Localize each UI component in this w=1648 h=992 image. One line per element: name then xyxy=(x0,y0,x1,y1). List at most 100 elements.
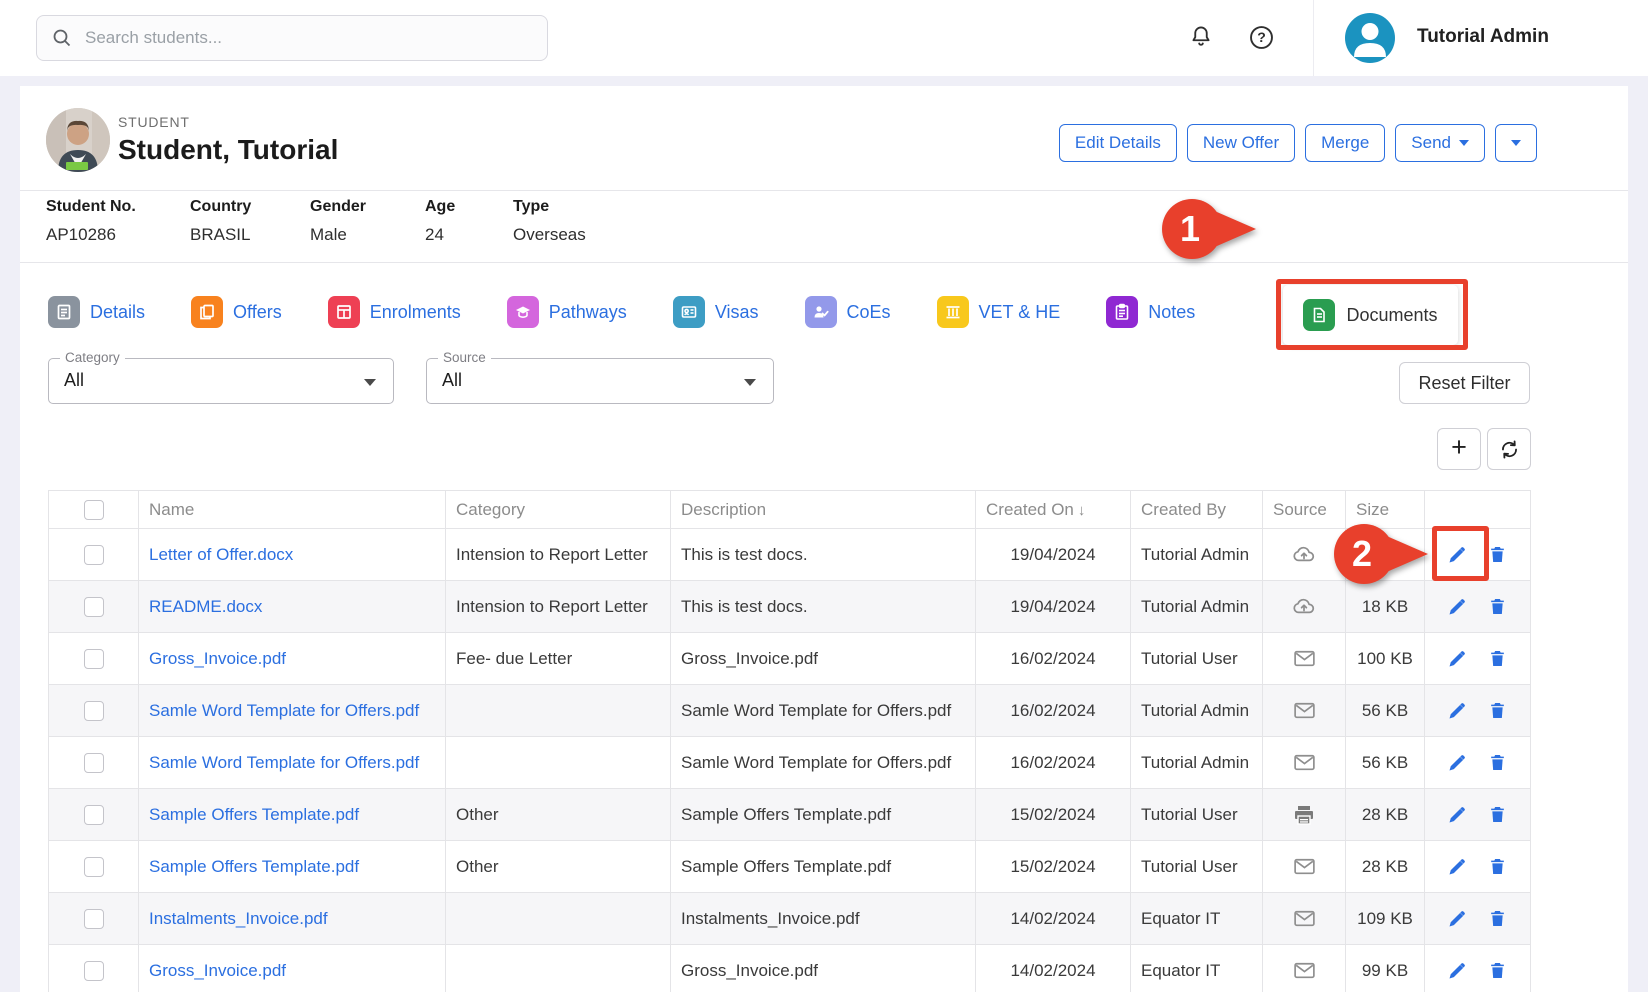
header-created-by[interactable]: Created By xyxy=(1131,491,1263,529)
row-checkbox[interactable] xyxy=(84,701,104,721)
cloud-upload-icon xyxy=(1291,594,1317,620)
created-by-cell: Tutorial User xyxy=(1131,789,1263,841)
row-checkbox[interactable] xyxy=(84,857,104,877)
delete-icon[interactable] xyxy=(1486,751,1510,775)
header-category[interactable]: Category xyxy=(446,491,671,529)
header-created-on[interactable]: Created On↓ xyxy=(976,491,1131,529)
row-checkbox[interactable] xyxy=(84,545,104,565)
table-row: Letter of Offer.docx Intension to Report… xyxy=(49,529,1531,581)
delete-icon[interactable] xyxy=(1486,647,1510,671)
select-all-checkbox[interactable] xyxy=(84,500,104,520)
tab-pathways[interactable]: Pathways xyxy=(507,296,627,328)
edit-details-button[interactable]: Edit Details xyxy=(1059,124,1177,162)
category-select[interactable]: Category All xyxy=(48,358,394,404)
notifications-bell-icon[interactable] xyxy=(1186,22,1216,52)
row-checkbox[interactable] xyxy=(84,753,104,773)
edit-icon[interactable] xyxy=(1445,803,1469,827)
documents-icon xyxy=(1303,299,1335,331)
document-link[interactable]: Gross_Invoice.pdf xyxy=(149,649,286,668)
chevron-down-icon xyxy=(1459,140,1469,146)
delete-icon[interactable] xyxy=(1486,959,1510,983)
more-actions-button[interactable] xyxy=(1495,124,1537,162)
search-input[interactable]: Search students... xyxy=(36,15,548,61)
delete-icon[interactable] xyxy=(1486,699,1510,723)
edit-icon[interactable] xyxy=(1445,855,1469,879)
user-avatar[interactable] xyxy=(1345,13,1395,63)
row-checkbox[interactable] xyxy=(84,909,104,929)
header-size[interactable]: Size xyxy=(1346,491,1425,529)
table-header-row: Name Category Description Created On↓ Cr… xyxy=(49,491,1531,529)
details-icon xyxy=(48,296,80,328)
tab-coes[interactable]: CoEs xyxy=(805,296,891,328)
offers-icon xyxy=(191,296,223,328)
add-document-button[interactable]: + xyxy=(1437,428,1481,470)
table-row: Samle Word Template for Offers.pdf Samle… xyxy=(49,737,1531,789)
row-checkbox[interactable] xyxy=(84,597,104,617)
cloud-upload-icon xyxy=(1291,542,1317,568)
edit-icon[interactable] xyxy=(1445,543,1469,567)
tab-documents[interactable]: Documents xyxy=(1283,285,1458,345)
delete-icon[interactable] xyxy=(1486,595,1510,619)
refresh-button[interactable] xyxy=(1487,428,1531,470)
source-select[interactable]: Source All xyxy=(426,358,774,404)
tab-notes[interactable]: Notes xyxy=(1106,296,1195,328)
edit-icon[interactable] xyxy=(1445,959,1469,983)
info-student-no: Student No.AP10286 xyxy=(46,198,136,245)
table-row: Sample Offers Template.pdf Other Sample … xyxy=(49,789,1531,841)
description-cell: Gross_Invoice.pdf xyxy=(671,945,976,992)
description-cell: This is test docs. xyxy=(671,529,976,581)
header-name[interactable]: Name xyxy=(139,491,446,529)
size-cell: 56 KB xyxy=(1346,685,1425,737)
row-checkbox[interactable] xyxy=(84,805,104,825)
divider xyxy=(20,190,1628,191)
document-link[interactable]: Instalments_Invoice.pdf xyxy=(149,909,328,928)
edit-icon[interactable] xyxy=(1445,595,1469,619)
document-link[interactable]: Gross_Invoice.pdf xyxy=(149,961,286,980)
email-icon xyxy=(1292,906,1317,931)
description-cell: Gross_Invoice.pdf xyxy=(671,633,976,685)
category-cell xyxy=(446,945,671,992)
created-on-cell: 19/04/2024 xyxy=(976,581,1131,633)
edit-icon[interactable] xyxy=(1445,907,1469,931)
header-actions xyxy=(1425,491,1531,529)
category-cell: Fee- due Letter xyxy=(446,633,671,685)
document-link[interactable]: Letter of Offer.docx xyxy=(149,545,293,564)
row-checkbox[interactable] xyxy=(84,649,104,669)
document-link[interactable]: Sample Offers Template.pdf xyxy=(149,857,359,876)
tab-offers[interactable]: Offers xyxy=(191,296,282,328)
tab-details[interactable]: Details xyxy=(48,296,145,328)
document-link[interactable]: README.docx xyxy=(149,597,262,616)
chevron-down-icon xyxy=(1511,140,1521,146)
delete-icon[interactable] xyxy=(1486,803,1510,827)
edit-icon[interactable] xyxy=(1445,647,1469,671)
header-source[interactable]: Source xyxy=(1263,491,1346,529)
edit-icon[interactable] xyxy=(1445,751,1469,775)
size-cell: 28 KB xyxy=(1346,841,1425,893)
new-offer-button[interactable]: New Offer xyxy=(1187,124,1295,162)
description-cell: This is test docs. xyxy=(671,581,976,633)
tab-bar: Details Offers Enrolments Pathways Visas xyxy=(48,286,1195,338)
user-name[interactable]: Tutorial Admin xyxy=(1417,26,1549,48)
email-icon xyxy=(1292,958,1317,983)
size-cell: 28 KB xyxy=(1346,789,1425,841)
header-description[interactable]: Description xyxy=(671,491,976,529)
created-on-cell: 14/02/2024 xyxy=(976,893,1131,945)
student-photo xyxy=(46,108,110,172)
merge-button[interactable]: Merge xyxy=(1305,124,1385,162)
row-checkbox[interactable] xyxy=(84,961,104,981)
document-link[interactable]: Samle Word Template for Offers.pdf xyxy=(149,701,419,720)
tab-visas[interactable]: Visas xyxy=(673,296,759,328)
delete-icon[interactable] xyxy=(1486,855,1510,879)
delete-icon[interactable] xyxy=(1486,543,1510,567)
sort-desc-icon: ↓ xyxy=(1078,502,1086,519)
help-icon[interactable]: ? xyxy=(1246,22,1276,52)
reset-filter-button[interactable]: Reset Filter xyxy=(1399,362,1530,404)
send-button[interactable]: Send xyxy=(1395,124,1485,162)
delete-icon[interactable] xyxy=(1486,907,1510,931)
document-link[interactable]: Sample Offers Template.pdf xyxy=(149,805,359,824)
tab-enrolments[interactable]: Enrolments xyxy=(328,296,461,328)
printer-icon xyxy=(1292,803,1316,827)
document-link[interactable]: Samle Word Template for Offers.pdf xyxy=(149,753,419,772)
tab-vet-he[interactable]: VET & HE xyxy=(937,296,1061,328)
edit-icon[interactable] xyxy=(1445,699,1469,723)
